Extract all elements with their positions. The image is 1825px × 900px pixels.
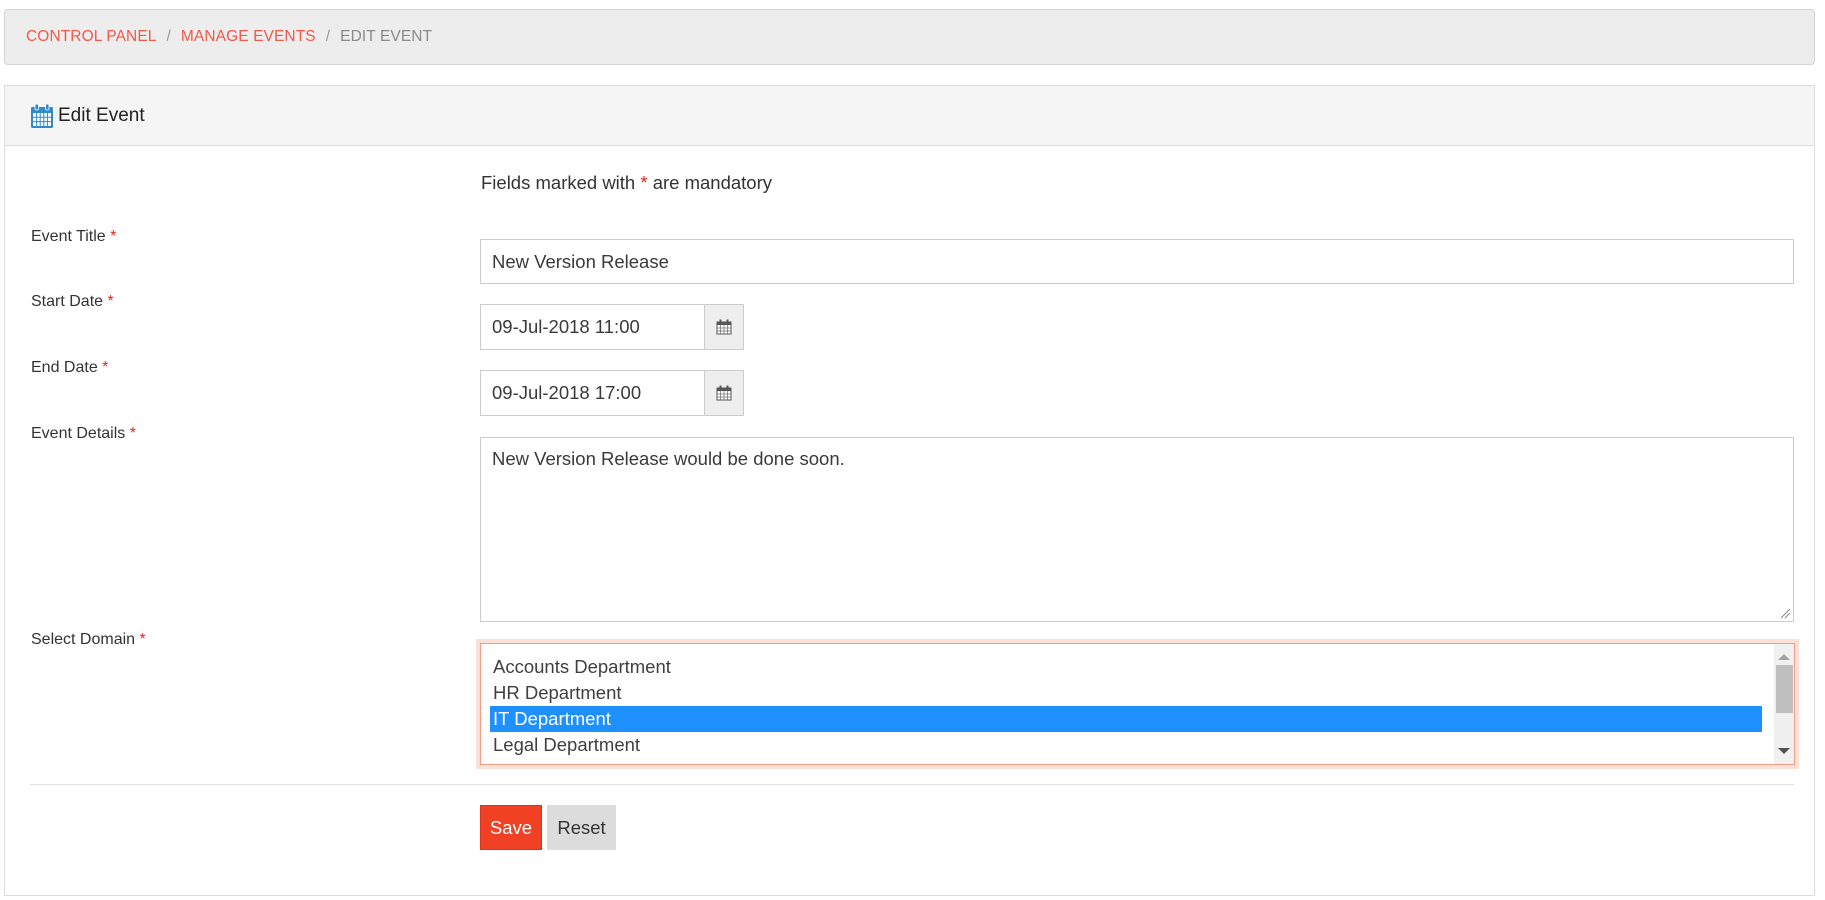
- domain-option[interactable]: Accounts Department: [490, 654, 1762, 680]
- reset-button[interactable]: Reset: [547, 805, 616, 850]
- form-divider: [30, 784, 1794, 785]
- mandatory-note: Fields marked with * are mandatory: [481, 172, 772, 194]
- label-text: Select Domain: [31, 631, 136, 648]
- select-domain-listbox[interactable]: Accounts Department HR Department IT Depar…: [480, 643, 1795, 765]
- breadcrumb-separator: /: [325, 28, 331, 45]
- panel-title: Edit Event: [58, 104, 145, 126]
- end-date-label: End Date *: [31, 359, 108, 377]
- start-date-value: 09-Jul-2018 11:00: [492, 316, 640, 337]
- event-details-label: Event Details *: [31, 425, 136, 443]
- domain-option[interactable]: IT Department: [490, 706, 1762, 732]
- start-date-group: 09-Jul-2018 11:00: [480, 304, 744, 350]
- mandatory-note-suffix: are mandatory: [652, 172, 772, 193]
- end-date-picker-button[interactable]: [704, 370, 744, 416]
- domain-option-clipped[interactable]: [490, 758, 1762, 764]
- end-date-input[interactable]: 09-Jul-2018 17:00: [480, 370, 704, 416]
- required-marker: *: [640, 172, 648, 193]
- listbox-scrollbar[interactable]: [1774, 644, 1794, 764]
- label-text: Event Title: [31, 228, 106, 245]
- scroll-down-arrow-icon[interactable]: [1778, 748, 1790, 754]
- required-marker: *: [102, 359, 109, 376]
- label-text: End Date: [31, 359, 98, 376]
- select-domain-focus-ring: Accounts Department HR Department IT Depar…: [476, 639, 1799, 769]
- calendar-icon: [716, 319, 732, 335]
- breadcrumb-separator: /: [166, 28, 171, 45]
- end-date-value: 09-Jul-2018 17:00: [492, 382, 642, 403]
- start-date-input[interactable]: 09-Jul-2018 11:00: [480, 304, 704, 350]
- required-marker: *: [139, 631, 146, 648]
- label-text: Event Details: [31, 425, 126, 442]
- breadcrumb-control-panel[interactable]: CONTROL PANEL: [26, 28, 157, 46]
- edit-event-panel: Edit Event Fields marked with * are mand…: [4, 85, 1815, 896]
- mandatory-note-prefix: Fields marked with: [481, 172, 636, 193]
- event-title-label: Event Title *: [31, 228, 116, 246]
- breadcrumb-manage-events[interactable]: MANAGE EVENTS: [181, 28, 316, 46]
- scroll-up-arrow-icon[interactable]: [1778, 654, 1790, 660]
- breadcrumb: CONTROL PANEL / MANAGE EVENTS / EDIT EVE…: [4, 9, 1815, 65]
- select-domain-options: Accounts Department HR Department IT Depar…: [490, 654, 1762, 764]
- required-marker: *: [110, 228, 117, 245]
- event-title-input[interactable]: New Version Release: [480, 239, 1794, 284]
- resize-handle-icon[interactable]: [1780, 608, 1791, 619]
- start-date-picker-button[interactable]: [704, 304, 744, 350]
- event-details-value: New Version Release would be done soon.: [492, 448, 845, 469]
- scrollbar-thumb[interactable]: [1776, 665, 1793, 713]
- select-domain-label: Select Domain *: [31, 631, 146, 649]
- domain-option[interactable]: HR Department: [490, 680, 1762, 706]
- event-details-textarea[interactable]: New Version Release would be done soon.: [480, 437, 1794, 622]
- domain-option[interactable]: Legal Department: [490, 732, 1762, 758]
- save-button[interactable]: Save: [480, 805, 542, 850]
- calendar-icon: [30, 103, 54, 129]
- start-date-label: Start Date *: [31, 293, 114, 311]
- required-marker: *: [129, 425, 136, 442]
- label-text: Start Date: [31, 293, 104, 310]
- event-title-value: New Version Release: [492, 250, 669, 272]
- end-date-group: 09-Jul-2018 17:00: [480, 370, 744, 416]
- panel-header: Edit Event: [5, 86, 1814, 146]
- calendar-icon: [716, 385, 732, 401]
- breadcrumb-current: EDIT EVENT: [340, 28, 433, 45]
- required-marker: *: [107, 293, 114, 310]
